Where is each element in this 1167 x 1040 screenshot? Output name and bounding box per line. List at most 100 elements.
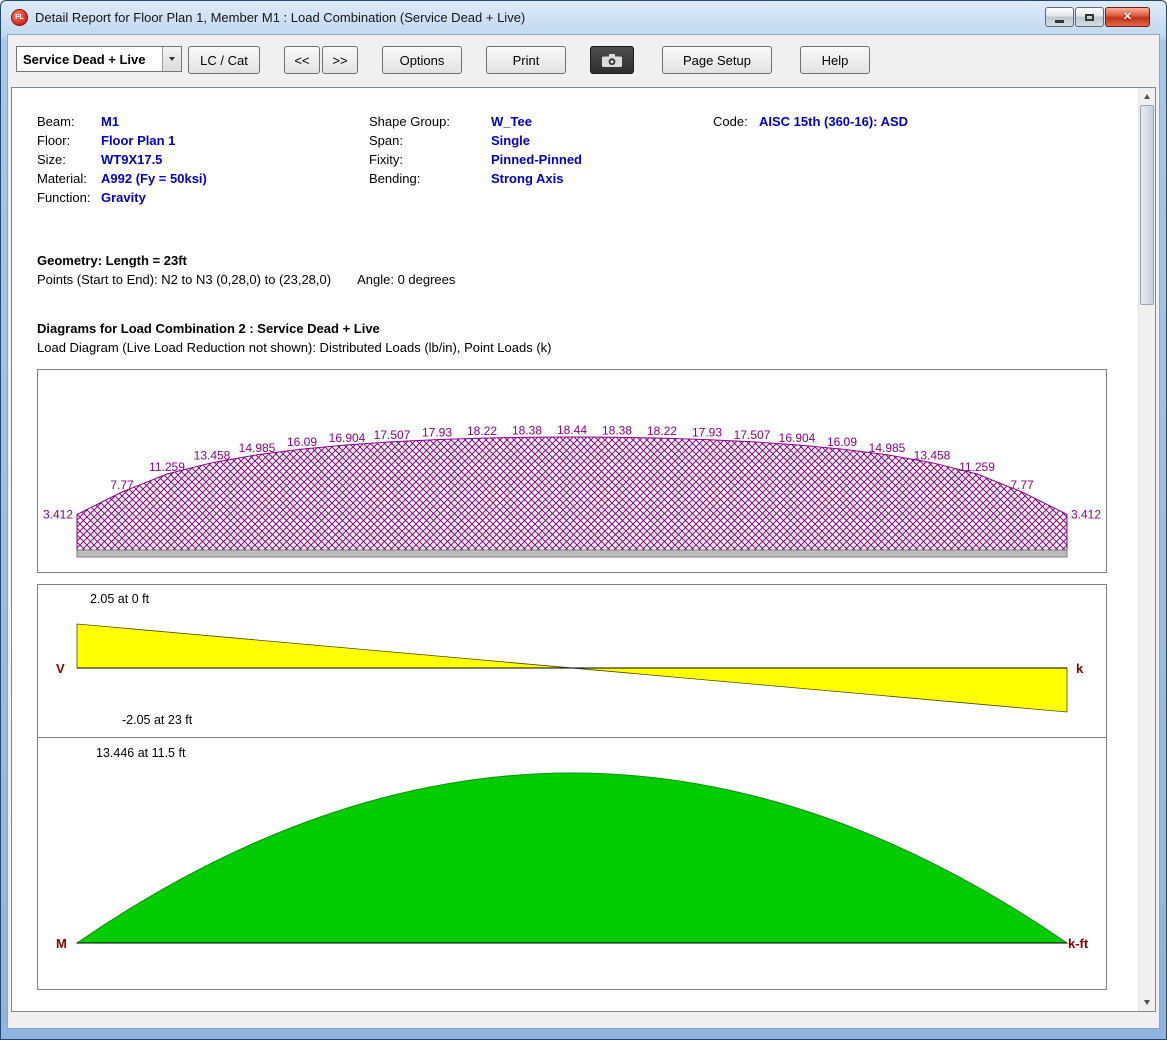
svg-text:16.09: 16.09 — [287, 435, 317, 449]
svg-text:13.458: 13.458 — [194, 449, 231, 463]
prev-button[interactable]: << — [284, 46, 320, 74]
info-row: Function:Gravity — [37, 188, 369, 207]
info-row: Bending:Strong Axis — [369, 169, 713, 188]
options-button[interactable]: Options — [382, 46, 462, 74]
window-body: Service Dead + Live LC / Cat << >> Optio… — [7, 34, 1160, 1029]
info-label: Fixity: — [369, 150, 491, 169]
info-label: Size: — [37, 150, 101, 169]
svg-text:18.22: 18.22 — [647, 424, 677, 438]
info-value: Pinned-Pinned — [491, 152, 582, 167]
scrollbar-thumb[interactable] — [1140, 105, 1154, 305]
svg-text:17.93: 17.93 — [692, 426, 722, 440]
next-button[interactable]: >> — [322, 46, 358, 74]
camera-button[interactable] — [590, 46, 634, 74]
svg-text:-2.05 at 23 ft: -2.05 at 23 ft — [122, 713, 193, 727]
svg-text:18.38: 18.38 — [512, 423, 542, 437]
shear-diagram-panel: 2.05 at 0 ft -2.05 at 23 ft Vk — [37, 584, 1107, 738]
load-diagram-panel: 3.412 7.77 11.259 13.458 14.985 16.09 16.904 17… — [37, 369, 1107, 573]
svg-text:k: k — [1076, 661, 1084, 676]
close-button[interactable]: ✕ — [1105, 7, 1150, 27]
info-label: Bending: — [369, 169, 491, 188]
camera-icon — [601, 53, 623, 68]
toolbar: Service Dead + Live LC / Cat << >> Optio… — [8, 35, 1159, 87]
info-label: Span: — [369, 131, 491, 150]
svg-text:17.507: 17.507 — [374, 428, 411, 442]
print-button[interactable]: Print — [486, 46, 566, 74]
lc-cat-button[interactable]: LC / Cat — [188, 46, 260, 74]
info-label: Shape Group: — [369, 112, 491, 131]
svg-text:13.458: 13.458 — [914, 449, 951, 463]
svg-text:18.38: 18.38 — [602, 423, 632, 437]
moment-diagram-panel: 13.446 at 11.5 ft Mk-ft — [37, 737, 1107, 990]
vertical-scrollbar[interactable] — [1138, 88, 1155, 1011]
svg-text:18.22: 18.22 — [467, 424, 497, 438]
svg-text:14.985: 14.985 — [239, 441, 276, 455]
code-value: AISC 15th (360-16): ASD — [759, 114, 908, 129]
geometry-title: Geometry: Length = 23ft — [37, 251, 1138, 270]
info-row: Fixity:Pinned-Pinned — [369, 150, 713, 169]
scrollbar-up-button[interactable] — [1139, 88, 1155, 105]
info-row: Shape Group:W_Tee — [369, 112, 713, 131]
info-label: Material: — [37, 169, 101, 188]
svg-text:17.507: 17.507 — [734, 428, 771, 442]
points-text: Points (Start to End): N2 to N3 (0,28,0)… — [37, 272, 331, 287]
info-value: Floor Plan 1 — [101, 133, 175, 148]
svg-text:2.05 at 0 ft: 2.05 at 0 ft — [90, 592, 150, 606]
info-label: Function: — [37, 188, 101, 207]
report-area: Beam:M1 Floor:Floor Plan 1 Size:WT9X17.5… — [11, 87, 1156, 1012]
scrollbar-down-button[interactable] — [1139, 994, 1155, 1011]
svg-text:17.93: 17.93 — [422, 426, 452, 440]
arrow-up-icon — [1144, 94, 1150, 99]
page-setup-button[interactable]: Page Setup — [662, 46, 772, 74]
arrow-down-icon — [1144, 1000, 1150, 1005]
diagrams-header: Diagrams for Load Combination 2 : Servic… — [37, 319, 1138, 338]
window-title: Detail Report for Floor Plan 1, Member M… — [35, 10, 525, 25]
info-row: Material:A992 (Fy = 50ksi) — [37, 169, 369, 188]
svg-text:16.904: 16.904 — [779, 431, 816, 445]
info-row: Code:AISC 15th (360-16): ASD — [713, 112, 1138, 131]
titlebar[interactable]: FL Detail Report for Floor Plan 1, Membe… — [7, 1, 1160, 34]
angle-text: Angle: 0 degrees — [357, 272, 455, 287]
svg-text:16.904: 16.904 — [329, 431, 366, 445]
load-combination-select[interactable]: Service Dead + Live — [16, 46, 182, 72]
info-row: Floor:Floor Plan 1 — [37, 131, 369, 150]
svg-text:M: M — [56, 936, 67, 951]
close-icon: ✕ — [1123, 12, 1132, 23]
info-value: A992 (Fy = 50ksi) — [101, 171, 207, 186]
app-icon: FL — [11, 9, 28, 26]
svg-text:11.259: 11.259 — [149, 460, 185, 474]
info-value: Gravity — [101, 190, 146, 205]
svg-text:18.44: 18.44 — [557, 423, 587, 437]
info-row: Span:Single — [369, 131, 713, 150]
info-row: Size:WT9X17.5 — [37, 150, 369, 169]
svg-text:k-ft: k-ft — [1068, 936, 1089, 951]
info-label: Beam: — [37, 112, 101, 131]
moment-diagram: 13.446 at 11.5 ft Mk-ft — [38, 738, 1106, 989]
svg-text:7.77: 7.77 — [1010, 478, 1034, 492]
detail-report-window: FL Detail Report for Floor Plan 1, Membe… — [0, 0, 1167, 1040]
svg-text:11.259: 11.259 — [959, 460, 995, 474]
minimize-button[interactable] — [1045, 7, 1074, 27]
svg-text:7.77: 7.77 — [110, 478, 134, 492]
diagrams-section-header: Diagrams for Load Combination 2 : Servic… — [37, 319, 1138, 357]
svg-text:3.412: 3.412 — [1071, 507, 1101, 521]
svg-text:13.446 at 11.5 ft: 13.446 at 11.5 ft — [96, 746, 186, 760]
svg-text:3.412: 3.412 — [43, 507, 73, 521]
info-value: Strong Axis — [491, 171, 563, 186]
svg-text:16.09: 16.09 — [827, 435, 857, 449]
window-controls: ✕ — [1044, 7, 1150, 27]
maximize-button[interactable] — [1075, 7, 1104, 27]
code-label: Code: — [713, 112, 759, 131]
svg-text:V: V — [56, 661, 65, 676]
report-content: Beam:M1 Floor:Floor Plan 1 Size:WT9X17.5… — [12, 88, 1138, 1011]
chevron-down-icon[interactable] — [162, 47, 181, 71]
shear-diagram: 2.05 at 0 ft -2.05 at 23 ft Vk — [38, 585, 1106, 737]
info-row: Beam:M1 — [37, 112, 369, 131]
info-value: Single — [491, 133, 530, 148]
geometry-section: Geometry: Length = 23ft Points (Start to… — [37, 251, 1138, 289]
help-button[interactable]: Help — [800, 46, 870, 74]
load-combination-value: Service Dead + Live — [17, 47, 162, 71]
info-value: WT9X17.5 — [101, 152, 162, 167]
info-value: W_Tee — [491, 114, 532, 129]
info-value: M1 — [101, 114, 119, 129]
